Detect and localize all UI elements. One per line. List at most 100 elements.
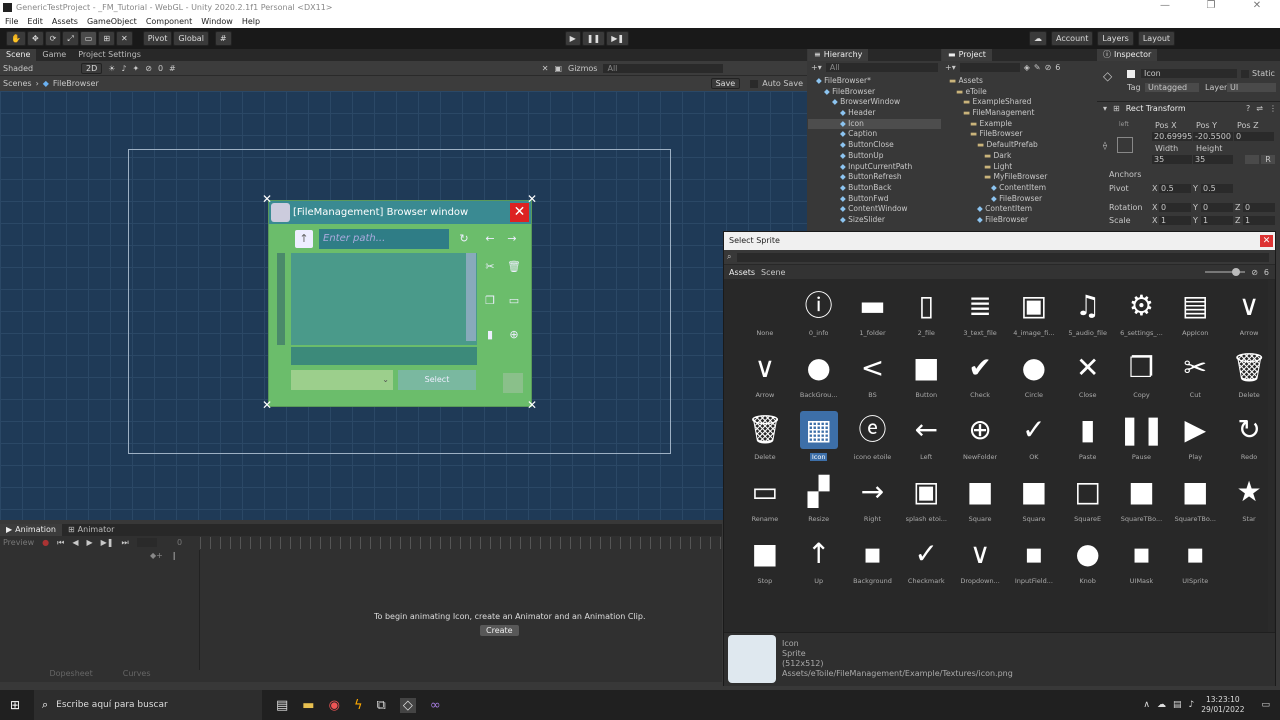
posy-field[interactable]: -20.5500	[1193, 132, 1233, 141]
sprite-item[interactable]: ▦ Icon	[792, 411, 846, 473]
rot-x-field[interactable]: 0	[1159, 203, 1191, 212]
sprite-item[interactable]: ▣ splash etoi...	[899, 473, 953, 535]
project-item[interactable]: ◆ ContentItem	[942, 183, 1097, 194]
anchor-preset-icon[interactable]	[1117, 137, 1133, 153]
project-item[interactable]: ◆ FileBrowser	[942, 215, 1097, 226]
hierarchy-item[interactable]: ◆ FileBrowser*	[808, 76, 941, 87]
add-keyframe-icon[interactable]: ◆+	[150, 551, 163, 560]
sprite-item[interactable]: ♫ 5_audio_file	[1061, 287, 1115, 349]
rename-icon[interactable]: ▭	[505, 292, 523, 310]
hierarchy-item[interactable]: ◆ ButtonBack	[808, 183, 941, 194]
sprite-item[interactable]: ✂ Cut	[1168, 349, 1222, 411]
sprite-item[interactable]: ▶ Play	[1168, 411, 1222, 473]
rect-handle-bottom-left[interactable]: ✕	[261, 399, 273, 411]
gizmos-dropdown[interactable]: Gizmos	[568, 64, 597, 73]
file-browser-window[interactable]: [FileManagement] Browser window ✕ ↑ Ente…	[268, 200, 532, 407]
sprite-item[interactable]: ▮ Paste	[1061, 411, 1115, 473]
breadcrumb-item[interactable]: FileBrowser	[53, 79, 99, 88]
sprite-item[interactable]: ● Knob	[1061, 535, 1115, 597]
file-browser-header[interactable]: [FileManagement] Browser window ✕	[269, 201, 531, 224]
sprite-item[interactable]: ● Circle	[1007, 349, 1061, 411]
project-item[interactable]: ▬ DefaultPrefab	[942, 140, 1097, 151]
tab-animation[interactable]: ▶ Animation	[0, 524, 62, 536]
winamp-icon[interactable]: ϟ	[354, 698, 363, 713]
project-item[interactable]: ▬ Light	[942, 162, 1097, 173]
delete-icon[interactable]: 🗑	[505, 258, 523, 276]
hierarchy-item[interactable]: ◆ ButtonRefresh	[808, 172, 941, 183]
add-event-icon[interactable]: ❙	[171, 551, 178, 560]
breadcrumb-root[interactable]: Scenes	[3, 79, 32, 88]
tab-inspector[interactable]: ⓘ Inspector	[1097, 49, 1158, 61]
minimize-button[interactable]: —	[1142, 0, 1188, 16]
menu-file[interactable]: File	[5, 16, 18, 28]
sprite-item[interactable]: ■ Square	[1007, 473, 1061, 535]
menu-assets[interactable]: Assets	[52, 16, 78, 28]
sprite-item[interactable]: ▭ Rename	[738, 473, 792, 535]
sprite-item[interactable]: ■ SquareTBo...	[1168, 473, 1222, 535]
width-field[interactable]: 35	[1152, 155, 1192, 164]
cut-icon[interactable]: ✂	[481, 258, 499, 276]
visual-studio-icon[interactable]: ∞	[430, 698, 441, 713]
hierarchy-item[interactable]: ◆ Header	[808, 108, 941, 119]
hierarchy-item[interactable]: ◆ BrowserWindow	[808, 97, 941, 108]
step-button[interactable]: ▶❚	[606, 31, 630, 46]
grid-snap-icon[interactable]: #	[214, 31, 232, 46]
hidden-packages-toggle-icon[interactable]: ⊘	[1251, 268, 1258, 277]
hierarchy-item[interactable]: ◆ ContentWindow	[808, 204, 941, 215]
scale-y-field[interactable]: 1	[1201, 216, 1233, 225]
sprite-item[interactable]: ⓘ 0_info	[792, 287, 846, 349]
task-view-icon[interactable]: ▤	[276, 698, 288, 713]
filter-type-icon[interactable]: ◈	[1024, 63, 1030, 72]
more-icon[interactable]: ⋮	[1269, 104, 1277, 113]
tab-game[interactable]: Game	[36, 49, 72, 61]
refresh-icon[interactable]: ↻	[455, 230, 473, 248]
last-frame-icon[interactable]: ⏭	[122, 538, 129, 548]
sprite-item[interactable]: ▤ AppIcon	[1168, 287, 1222, 349]
maximize-button[interactable]: ❐	[1188, 0, 1234, 16]
rot-y-field[interactable]: 0	[1201, 203, 1233, 212]
cloud-sync-icon[interactable]: ☁	[1157, 700, 1166, 710]
rotate-tool-icon[interactable]: ⟳	[44, 31, 62, 46]
tab-project-settings[interactable]: Project Settings	[72, 49, 147, 61]
transform-tool-icon[interactable]: ⊞	[98, 31, 116, 46]
autosave-checkbox[interactable]	[750, 79, 759, 88]
tab-hierarchy[interactable]: ≡ Hierarchy	[808, 49, 869, 61]
hierarchy-item[interactable]: ◆ ButtonClose	[808, 140, 941, 151]
sprite-item[interactable]: ✕ Close	[1061, 349, 1115, 411]
hierarchy-item[interactable]: ◆ FileBrowser	[808, 87, 941, 98]
mode-2d-toggle[interactable]: 2D	[81, 62, 103, 74]
sprite-item[interactable]: ⊕ NewFolder	[953, 411, 1007, 473]
rect-transform-header[interactable]: ▾ ⊞ Rect Transform ? ⇌ ⋮	[1097, 101, 1280, 114]
select-button[interactable]: Select	[398, 370, 476, 390]
rect-handle-bottom-right[interactable]: ✕	[526, 399, 538, 411]
sprite-item[interactable]: < BS	[846, 349, 900, 411]
hidden-packages-icon[interactable]: ⊘	[1045, 63, 1052, 72]
scene-search-input[interactable]: All	[603, 63, 724, 73]
shading-dropdown[interactable]: Shaded	[3, 64, 75, 73]
sprite-item[interactable]: ✓ OK	[1007, 411, 1061, 473]
sprite-item[interactable]: ← Left	[899, 411, 953, 473]
add-icon[interactable]: +▾	[811, 63, 822, 72]
prev-frame-icon[interactable]: ◀	[72, 538, 78, 547]
snipping-tool-icon[interactable]: ⧉	[377, 698, 386, 713]
sprite-item[interactable]: ▪ Background	[846, 535, 900, 597]
project-item[interactable]: ◆ ContentItem	[942, 204, 1097, 215]
new-folder-icon[interactable]: ⊕	[505, 326, 523, 344]
pause-button[interactable]: ❚❚	[581, 31, 606, 46]
blueprint-icon[interactable]: ⟠	[1103, 141, 1107, 150]
project-item[interactable]: ▬ Dark	[942, 151, 1097, 162]
tray-arrow-icon[interactable]: ∧	[1143, 700, 1150, 710]
rect-handle-top-right[interactable]: ✕	[526, 193, 538, 205]
notifications-icon[interactable]: ▭	[1261, 700, 1270, 710]
scene-viewport[interactable]: [FileManagement] Browser window ✕ ↑ Ente…	[0, 91, 807, 520]
create-animator-button[interactable]: Create	[480, 625, 519, 636]
create-asset-icon[interactable]: +▾	[945, 63, 956, 72]
filter-label-icon[interactable]: ✎	[1034, 63, 1041, 72]
sprite-item[interactable]: ● BackGrou...	[792, 349, 846, 411]
sprite-item[interactable]: ▪ UISprite	[1168, 535, 1222, 597]
height-field[interactable]: 35	[1193, 155, 1233, 164]
menu-component[interactable]: Component	[146, 16, 192, 28]
next-frame-icon[interactable]: ▶❚	[101, 538, 114, 547]
account-dropdown[interactable]: Account	[1051, 31, 1094, 46]
posz-field[interactable]: 0	[1234, 132, 1274, 141]
